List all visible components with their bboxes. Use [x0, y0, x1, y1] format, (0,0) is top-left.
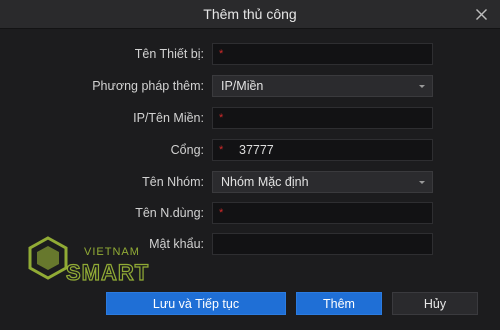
password-input[interactable]: [212, 233, 433, 255]
add-method-label: Phương pháp thêm:: [92, 79, 204, 93]
save-and-continue-button[interactable]: Lưu và Tiếp tục: [106, 292, 286, 315]
chevron-down-icon: [419, 181, 425, 184]
device-name-input[interactable]: *: [212, 43, 433, 65]
add-button[interactable]: Thêm: [296, 292, 382, 315]
cancel-button[interactable]: Hủy: [392, 292, 478, 315]
required-mark: *: [219, 112, 224, 124]
username-input[interactable]: *: [212, 202, 433, 224]
port-input[interactable]: * 37777: [212, 139, 433, 161]
ip-domain-label: IP/Tên Miền:: [133, 111, 204, 125]
logo-text-main: SMART: [66, 260, 149, 285]
add-method-value: IP/Miền: [221, 79, 264, 93]
ip-domain-input[interactable]: *: [212, 107, 433, 129]
username-label: Tên N.dùng:: [135, 206, 204, 220]
required-mark: *: [219, 48, 224, 60]
chevron-down-icon: [419, 85, 425, 88]
device-name-label: Tên Thiết bị:: [134, 47, 204, 61]
manual-add-dialog: Thêm thủ công Tên Thiết bị: * Phương phá…: [0, 0, 500, 330]
port-label: Cổng:: [170, 143, 204, 157]
dialog-title: Thêm thủ công: [203, 6, 297, 22]
group-value: Nhóm Mặc định: [221, 175, 309, 189]
group-select[interactable]: Nhóm Mặc định: [212, 171, 433, 193]
dialog-titlebar: Thêm thủ công: [0, 0, 500, 29]
add-method-select[interactable]: IP/Miền: [212, 75, 433, 97]
group-label: Tên Nhóm:: [142, 175, 204, 189]
required-mark: *: [219, 144, 224, 156]
port-value: 37777: [239, 143, 274, 157]
logo-text-top: VIETNAM: [84, 246, 140, 258]
vietnam-smart-logo: VIETNAM SMART: [28, 236, 149, 286]
close-icon[interactable]: [475, 8, 488, 21]
required-mark: *: [219, 207, 224, 219]
